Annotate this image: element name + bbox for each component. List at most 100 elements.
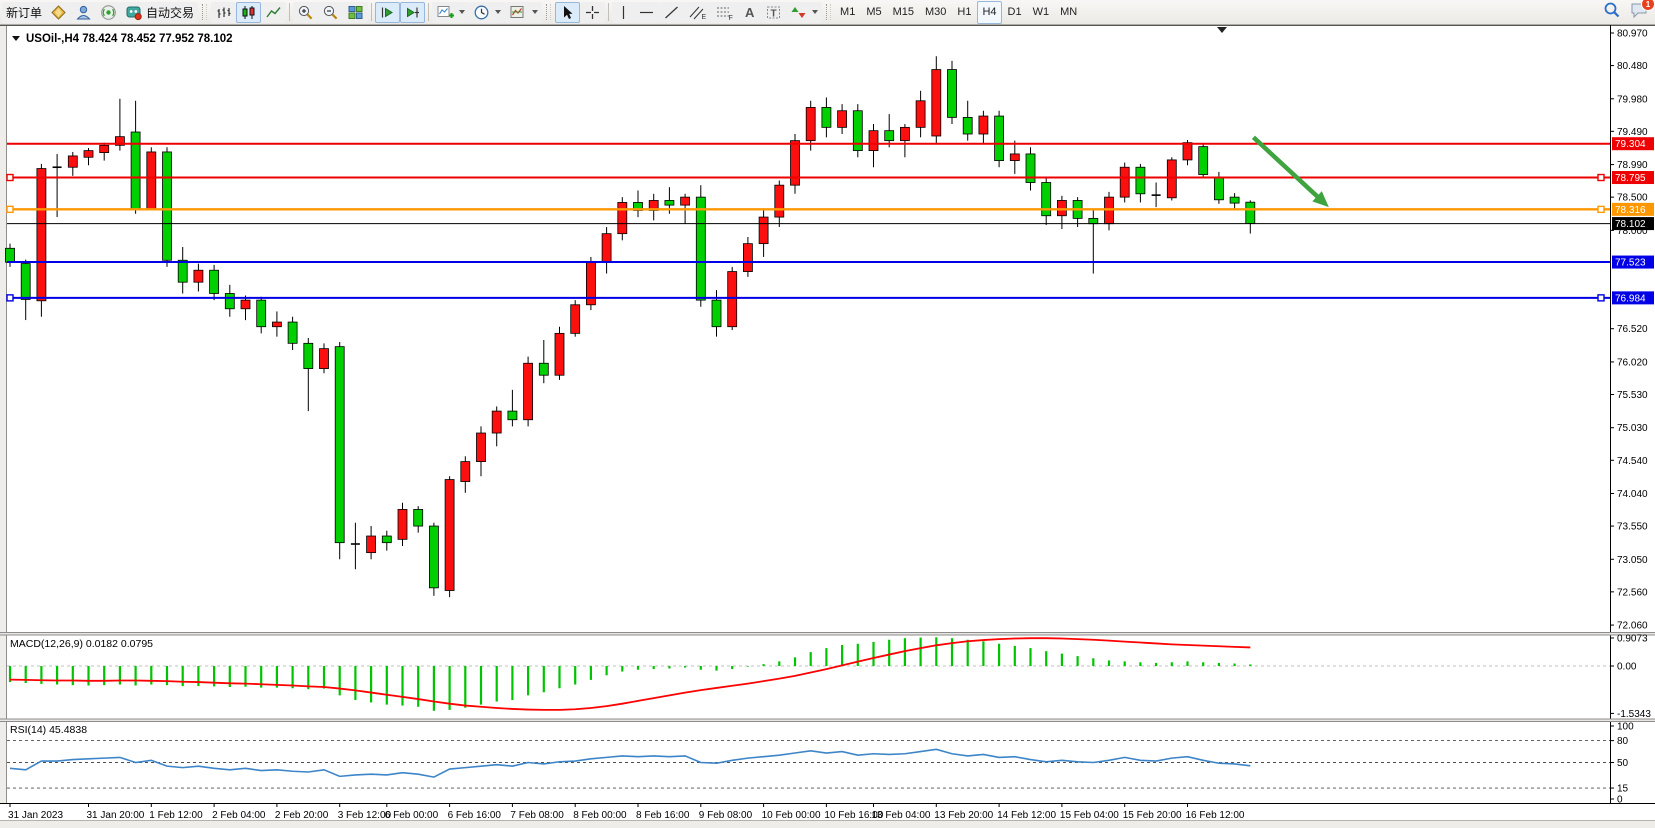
timeframe-toolbar: M1M5M15M30H1H4D1W1MN: [835, 1, 1082, 24]
price-tick-label: 75.530: [1617, 390, 1648, 401]
bull-candle: [445, 480, 454, 591]
text-label-tool-button[interactable]: T: [761, 2, 786, 23]
text-tool-button[interactable]: A: [738, 2, 761, 23]
trendline-tool-button[interactable]: [659, 2, 684, 23]
timeframe-m1-button[interactable]: M1: [835, 1, 860, 24]
bull-candle: [477, 433, 486, 462]
bull-candle: [1057, 200, 1066, 215]
macd-indicator-label: MACD(12,26,9) 0.0182 0.0795: [10, 638, 153, 650]
macd-axis-label: -1.5343: [1617, 709, 1651, 720]
price-chart-canvas[interactable]: 79.30478.79578.31677.52376.98478.10280.9…: [0, 25, 1655, 828]
line-handle[interactable]: [7, 175, 13, 181]
timeframe-h1-button[interactable]: H1: [952, 1, 976, 24]
bear-candle: [335, 347, 344, 543]
bull-candle: [492, 411, 501, 433]
line-handle[interactable]: [1598, 175, 1604, 181]
toolbar-grip: [546, 4, 551, 20]
line-handle[interactable]: [7, 295, 13, 301]
bull-candle: [838, 111, 847, 128]
gold-gem-icon[interactable]: [46, 2, 71, 23]
time-tick-label: 6 Feb 16:00: [448, 810, 502, 821]
tile-windows-button[interactable]: [343, 2, 368, 23]
bear-candle: [429, 526, 438, 588]
notifications-chat-icon[interactable]: 1: [1629, 1, 1649, 24]
timeframe-h4-button[interactable]: H4: [977, 1, 1001, 24]
time-tick-label: 15 Feb 04:00: [1060, 810, 1119, 821]
timeframe-mn-button[interactable]: MN: [1055, 1, 1082, 24]
fibonacci-tool-button[interactable]: F: [711, 2, 738, 23]
bear-candle: [712, 300, 721, 327]
bull-candle: [681, 197, 690, 205]
bull-candle: [806, 107, 815, 140]
equidistant-channel-tool-button[interactable]: E: [684, 2, 711, 23]
bar-chart-type-button[interactable]: [211, 2, 236, 23]
bull-candle: [1167, 160, 1176, 198]
bear-candle: [1089, 218, 1098, 223]
bull-candle: [555, 333, 564, 375]
signal-icon[interactable]: [96, 2, 121, 23]
price-tick-label: 72.560: [1617, 587, 1648, 598]
timeframe-d1-button[interactable]: D1: [1003, 1, 1027, 24]
price-tick-label: 79.980: [1617, 94, 1648, 105]
price-tick-label: 73.550: [1617, 522, 1648, 533]
timeframe-m30-button[interactable]: M30: [920, 1, 951, 24]
vertical-line-tool-button[interactable]: [612, 2, 634, 23]
horizontal-line-tool-button[interactable]: [634, 2, 659, 23]
auto-scroll-button[interactable]: [375, 2, 400, 23]
zoom-in-button[interactable]: [293, 2, 318, 23]
bull-candle: [147, 152, 156, 209]
time-tick-label: 6 Feb 00:00: [385, 810, 439, 821]
line-handle[interactable]: [7, 206, 13, 212]
crosshair-tool-button[interactable]: [580, 2, 605, 23]
bull-candle: [869, 131, 878, 151]
timeframe-m5-button[interactable]: M5: [861, 1, 886, 24]
main-toolbar: 新订单 自动交易: [0, 0, 1655, 25]
new-order-label: 新订单: [6, 4, 42, 21]
toolbar-separator: [371, 3, 372, 21]
bear-candle: [288, 322, 297, 343]
period-clock-button[interactable]: [469, 2, 505, 23]
bear-candle: [822, 107, 831, 127]
search-icon[interactable]: [1603, 1, 1621, 24]
bull-candle: [37, 169, 46, 301]
candlestick-chart-type-button[interactable]: [236, 2, 261, 23]
chart-template-button[interactable]: [505, 2, 542, 23]
line-handle[interactable]: [1598, 206, 1604, 212]
line-handle[interactable]: [1598, 295, 1604, 301]
bear-candle: [225, 293, 234, 308]
bull-candle: [571, 305, 580, 334]
time-tick-label: 31 Jan 20:00: [87, 810, 145, 821]
bear-candle: [382, 536, 391, 543]
svg-text:F: F: [729, 15, 733, 21]
bull-candle: [743, 244, 752, 272]
bear-candle: [1136, 167, 1145, 194]
chevron-down-icon: [495, 10, 501, 14]
line-chart-type-button[interactable]: [261, 2, 286, 23]
price-tick-label: 80.480: [1617, 61, 1648, 72]
autotrading-button[interactable]: 自动交易: [121, 2, 198, 23]
add-indicator-button[interactable]: [432, 2, 469, 23]
timeframe-w1-button[interactable]: W1: [1028, 1, 1055, 24]
time-tick-label: 7 Feb 08:00: [510, 810, 564, 821]
bull-candle: [84, 151, 93, 158]
toolbar-separator: [428, 3, 429, 21]
cursor-tool-button[interactable]: [555, 2, 580, 23]
time-tick-label: 15 Feb 20:00: [1123, 810, 1182, 821]
chart-shift-button[interactable]: [400, 2, 425, 23]
price-line-label: 78.795: [1615, 173, 1646, 184]
arrows-tool-button[interactable]: [786, 2, 822, 23]
time-tick-label: 8 Feb 16:00: [636, 810, 690, 821]
price-tick-label: 72.060: [1617, 621, 1648, 632]
zoom-out-button[interactable]: [318, 2, 343, 23]
price-line-label: 79.304: [1615, 139, 1646, 150]
price-tick-label: 75.030: [1617, 423, 1648, 434]
bear-candle: [948, 70, 957, 118]
profile-icon[interactable]: [71, 2, 96, 23]
price-tick-label: 78.000: [1617, 226, 1648, 237]
bear-candle: [539, 363, 548, 375]
new-order-button[interactable]: 新订单: [2, 2, 46, 23]
timeframe-m15-button[interactable]: M15: [888, 1, 919, 24]
bear-candle: [304, 343, 313, 368]
bull-candle: [728, 272, 737, 327]
svg-text:A: A: [745, 5, 755, 20]
